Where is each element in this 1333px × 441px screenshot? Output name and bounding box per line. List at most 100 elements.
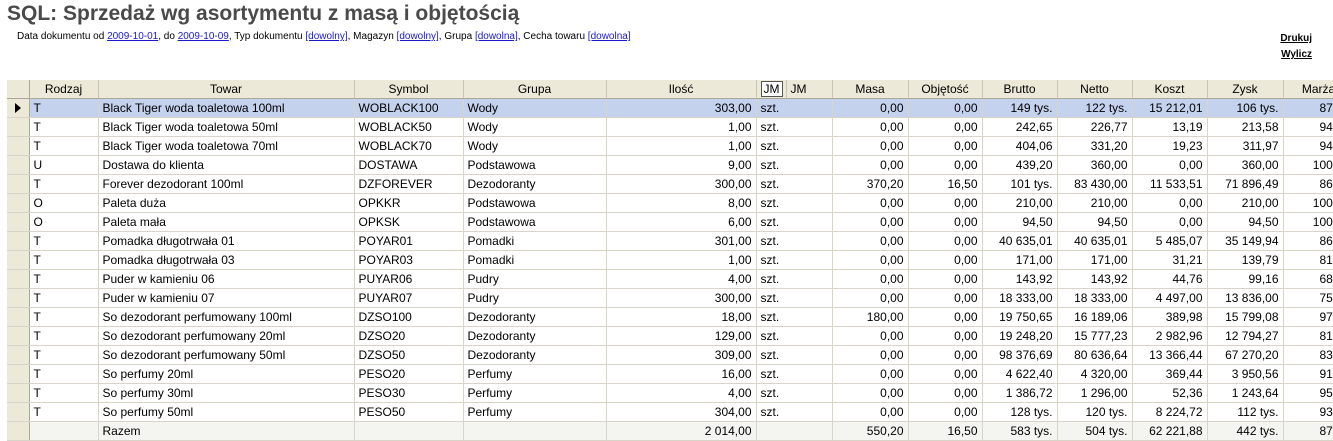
col-header-symbol[interactable]: Symbol: [354, 80, 464, 99]
cell-netto[interactable]: 331,20: [1057, 136, 1133, 156]
col-header-towar[interactable]: Towar: [98, 80, 355, 99]
cell-objetosc[interactable]: 0,00: [908, 117, 983, 137]
row-indicator[interactable]: [7, 231, 30, 251]
cell-symbol[interactable]: OPKKR: [354, 193, 464, 213]
cell-rodzaj[interactable]: T: [29, 307, 99, 327]
cell-symbol[interactable]: PESO20: [354, 364, 464, 384]
cell-brutto[interactable]: 98 376,69: [982, 345, 1058, 365]
cell-marza[interactable]: 86,50: [1283, 231, 1333, 251]
cell-objetosc[interactable]: 0,00: [908, 193, 983, 213]
cell-marza[interactable]: 68,90: [1283, 269, 1333, 289]
cell-masa[interactable]: 0,00: [832, 136, 909, 156]
table-row[interactable]: T Black Tiger woda toaletowa 50ml WOBLACK5…: [7, 117, 1333, 137]
cell-netto[interactable]: 171,00: [1057, 250, 1133, 270]
cell-koszt[interactable]: 31,21: [1132, 250, 1208, 270]
cell-grupa[interactable]: Wody: [463, 117, 607, 137]
cell-objetosc[interactable]: 0,00: [908, 98, 983, 118]
cell-koszt[interactable]: 13,19: [1132, 117, 1208, 137]
cell-towar[interactable]: Black Tiger woda toaletowa 50ml: [98, 117, 355, 137]
cell-koszt[interactable]: 369,44: [1132, 364, 1208, 384]
cell-koszt[interactable]: 0,00: [1132, 212, 1208, 232]
cell-zysk[interactable]: 139,79: [1207, 250, 1284, 270]
cell-zysk[interactable]: 99,16: [1207, 269, 1284, 289]
cell-rodzaj[interactable]: T: [29, 269, 99, 289]
cell-masa[interactable]: 0,00: [832, 231, 909, 251]
cell-objetosc[interactable]: 0,00: [908, 269, 983, 289]
cell-symbol[interactable]: OPKSK: [354, 212, 464, 232]
col-header-netto[interactable]: Netto: [1057, 80, 1133, 99]
cell-marza[interactable]: 100,00: [1283, 212, 1333, 232]
cell-masa[interactable]: 0,00: [832, 250, 909, 270]
cell-zysk[interactable]: 13 836,00: [1207, 288, 1284, 308]
row-indicator[interactable]: [7, 212, 30, 232]
cell-brutto[interactable]: 171,00: [982, 250, 1058, 270]
cell-objetosc[interactable]: 0,00: [908, 307, 983, 327]
cell-brutto[interactable]: 19 750,65: [982, 307, 1058, 327]
col-header-zysk[interactable]: Zysk: [1207, 80, 1284, 99]
cell-objetosc[interactable]: 0,00: [908, 383, 983, 403]
col-header-ilosc[interactable]: Ilość: [606, 80, 757, 99]
cell-brutto[interactable]: 1 386,72: [982, 383, 1058, 403]
cell-netto[interactable]: 80 636,64: [1057, 345, 1133, 365]
cell-netto[interactable]: 94,50: [1057, 212, 1133, 232]
cell-jm[interactable]: szt.: [756, 212, 833, 232]
cell-jm[interactable]: szt.: [756, 136, 833, 156]
cell-zysk[interactable]: 112 tys.: [1207, 402, 1284, 422]
cell-jm[interactable]: szt.: [756, 193, 833, 213]
cell-symbol[interactable]: PESO50: [354, 402, 464, 422]
cell-marza[interactable]: 75,47: [1283, 288, 1333, 308]
cell-symbol[interactable]: POYAR01: [354, 231, 464, 251]
cell-brutto[interactable]: 404,06: [982, 136, 1058, 156]
cell-rodzaj[interactable]: T: [29, 231, 99, 251]
cell-rodzaj[interactable]: T: [29, 117, 99, 137]
cell-symbol[interactable]: DOSTAWA: [354, 155, 464, 175]
table-row[interactable]: T Black Tiger woda toaletowa 100ml WOBLACK…: [7, 98, 1333, 118]
cell-towar[interactable]: Puder w kamieniu 06: [98, 269, 355, 289]
cell-marza[interactable]: 91,45: [1283, 364, 1333, 384]
table-row[interactable]: T Puder w kamieniu 07 PUYAR07 Pudry 300,00 sz…: [7, 288, 1333, 308]
cell-netto[interactable]: 210,00: [1057, 193, 1133, 213]
col-header-koszt[interactable]: Koszt: [1132, 80, 1208, 99]
cell-marza[interactable]: 94,19: [1283, 136, 1333, 156]
cell-towar[interactable]: So perfumy 20ml: [98, 364, 355, 384]
cell-marza[interactable]: 81,75: [1283, 250, 1333, 270]
cell-koszt[interactable]: 8 224,72: [1132, 402, 1208, 422]
row-indicator[interactable]: [7, 364, 30, 384]
cell-jm[interactable]: szt.: [756, 231, 833, 251]
cell-zysk[interactable]: 360,00: [1207, 155, 1284, 175]
table-row[interactable]: O Paleta duża OPKKR Podstawowa 8,00 szt. 0,00 0…: [7, 193, 1333, 213]
cell-grupa[interactable]: Dezodoranty: [463, 307, 607, 327]
cell-ilosc[interactable]: 6,00: [606, 212, 757, 232]
cell-rodzaj[interactable]: T: [29, 174, 99, 194]
cell-jm[interactable]: szt.: [756, 326, 833, 346]
cell-jm[interactable]: szt.: [756, 250, 833, 270]
cell-zysk[interactable]: 67 270,20: [1207, 345, 1284, 365]
cell-grupa[interactable]: Wody: [463, 136, 607, 156]
row-indicator[interactable]: [7, 307, 30, 327]
cell-jm[interactable]: szt.: [756, 345, 833, 365]
cell-brutto[interactable]: 143,92: [982, 269, 1058, 289]
cell-brutto[interactable]: 101 tys.: [982, 174, 1058, 194]
row-indicator[interactable]: [7, 117, 30, 137]
cell-grupa[interactable]: Pomadki: [463, 231, 607, 251]
cell-masa[interactable]: 0,00: [832, 98, 909, 118]
cell-rodzaj[interactable]: T: [29, 250, 99, 270]
cell-symbol[interactable]: WOBLACK70: [354, 136, 464, 156]
cell-jm[interactable]: szt.: [756, 402, 833, 422]
cell-ilosc[interactable]: 304,00: [606, 402, 757, 422]
cell-masa[interactable]: 0,00: [832, 155, 909, 175]
cell-brutto[interactable]: 210,00: [982, 193, 1058, 213]
cell-rodzaj[interactable]: U: [29, 155, 99, 175]
table-row[interactable]: T Pomadka długotrwała 03 POYAR03 Pomadki 1,0…: [7, 250, 1333, 270]
cell-grupa[interactable]: Dezodoranty: [463, 174, 607, 194]
cell-rodzaj[interactable]: T: [29, 98, 99, 118]
cell-masa[interactable]: 0,00: [832, 402, 909, 422]
cell-ilosc[interactable]: 1,00: [606, 250, 757, 270]
cell-marza[interactable]: 94,18: [1283, 117, 1333, 137]
cell-rodzaj[interactable]: O: [29, 193, 99, 213]
cell-towar[interactable]: Black Tiger woda toaletowa 100ml: [98, 98, 355, 118]
cell-masa[interactable]: 0,00: [832, 269, 909, 289]
cell-ilosc[interactable]: 18,00: [606, 307, 757, 327]
cell-koszt[interactable]: 52,36: [1132, 383, 1208, 403]
table-row[interactable]: T So dezodorant perfumowany 50ml DZSO50 Dez…: [7, 345, 1333, 365]
